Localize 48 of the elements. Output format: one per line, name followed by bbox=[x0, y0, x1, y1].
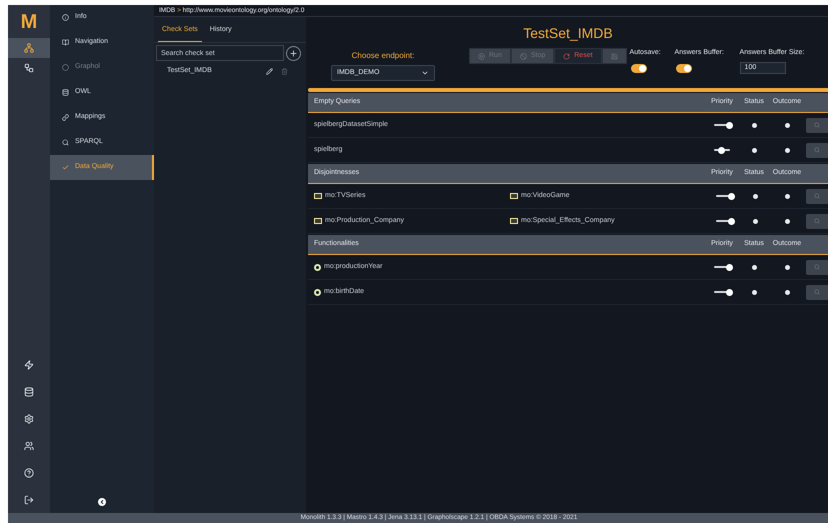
circle-icon bbox=[62, 64, 69, 71]
inspect-button[interactable] bbox=[806, 214, 828, 228]
help-icon bbox=[24, 468, 34, 478]
class-icon bbox=[314, 218, 322, 224]
reset-icon bbox=[563, 52, 570, 60]
users-icon bbox=[24, 440, 34, 450]
settings-icon bbox=[24, 414, 34, 424]
check-icon bbox=[62, 164, 69, 171]
trash-icon[interactable] bbox=[281, 68, 288, 74]
logout-icon bbox=[24, 494, 34, 504]
class-icon bbox=[510, 193, 518, 199]
inspect-button[interactable] bbox=[806, 260, 828, 274]
chevron-down-icon bbox=[421, 69, 429, 77]
plus-icon bbox=[289, 48, 298, 58]
hierarchy-icon bbox=[24, 43, 34, 53]
search-icon bbox=[814, 218, 820, 224]
class-icon bbox=[314, 193, 322, 199]
search-icon bbox=[814, 289, 820, 295]
network-icon bbox=[24, 63, 34, 73]
bolt-icon bbox=[24, 360, 34, 370]
class-icon bbox=[510, 218, 518, 224]
check-set-title: TestSet_IMDB bbox=[523, 24, 613, 43]
data-property-icon bbox=[314, 264, 321, 270]
book-icon bbox=[62, 39, 69, 46]
stop-icon bbox=[520, 52, 527, 60]
cylinder-icon bbox=[62, 89, 69, 96]
edit-icon[interactable] bbox=[266, 68, 273, 74]
search-icon bbox=[814, 122, 820, 128]
inspect-button[interactable] bbox=[806, 284, 828, 300]
search-icon bbox=[814, 147, 820, 153]
search-icon bbox=[814, 193, 820, 199]
endpoint-label: Choose endpoint: bbox=[352, 50, 414, 62]
inspect-button[interactable] bbox=[806, 118, 828, 132]
play-icon bbox=[478, 52, 485, 60]
inspect-button[interactable] bbox=[806, 188, 828, 204]
add-button[interactable] bbox=[286, 46, 301, 60]
collapse-icon[interactable] bbox=[98, 498, 106, 506]
info-icon bbox=[62, 14, 69, 21]
toggle-switch[interactable] bbox=[630, 64, 647, 72]
database-icon bbox=[24, 386, 34, 396]
logo: M bbox=[20, 10, 38, 34]
data-property-icon bbox=[314, 288, 321, 296]
toggle-switch[interactable] bbox=[676, 64, 692, 72]
search-icon bbox=[62, 139, 69, 146]
inspect-button[interactable] bbox=[806, 142, 828, 158]
search-icon bbox=[814, 264, 820, 270]
save-icon bbox=[610, 52, 618, 60]
link-icon bbox=[62, 114, 69, 121]
